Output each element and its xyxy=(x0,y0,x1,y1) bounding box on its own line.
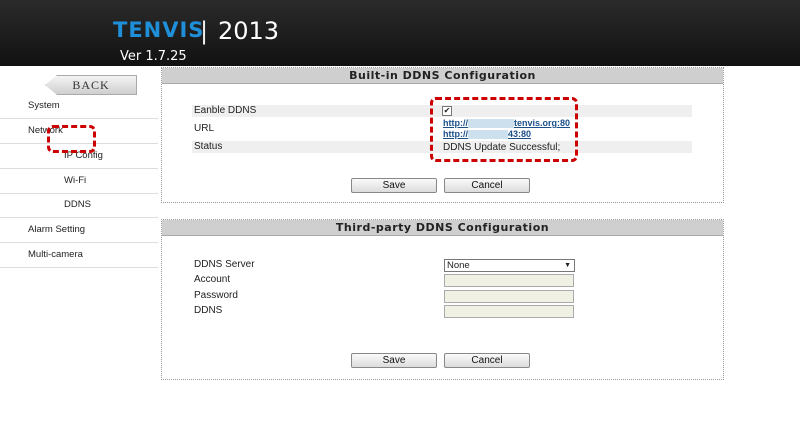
ddns-label: DDNS xyxy=(194,305,223,316)
ddns-server-select[interactable]: None ▼ xyxy=(444,259,575,272)
thirdparty-ddns-title: Third-party DDNS Configuration xyxy=(162,220,723,236)
ddns-server-value: None xyxy=(447,260,470,271)
thirdparty-save-button[interactable]: Save xyxy=(351,353,437,368)
header-year: 2013 xyxy=(218,17,280,45)
url-label: URL xyxy=(194,123,215,134)
sidebar-item-wifi[interactable]: Wi-Fi xyxy=(0,169,158,194)
password-row: Password xyxy=(192,290,692,302)
ddns-highlight-annotation xyxy=(47,125,96,153)
ddns-row: DDNS xyxy=(192,305,692,317)
enable-ddns-label: Eanble DDNS xyxy=(194,105,257,116)
ddns-server-label: DDNS Server xyxy=(194,259,255,270)
builtin-highlight-annotation xyxy=(430,97,578,162)
firmware-version: Ver 1.7.25 xyxy=(120,49,187,64)
sidebar-item-multi-camera[interactable]: Multi-camera xyxy=(0,243,158,268)
top-header: TENVIS | 2013 Ver 1.7.25 xyxy=(0,0,800,66)
back-button[interactable]: BACK xyxy=(45,75,137,95)
account-label: Account xyxy=(194,274,231,285)
account-row: Account xyxy=(192,274,692,286)
dropdown-arrow-icon: ▼ xyxy=(564,262,571,269)
status-label: Status xyxy=(194,141,223,152)
password-input[interactable] xyxy=(444,290,574,303)
sidebar-item-system[interactable]: System xyxy=(0,94,158,119)
header-separator: | xyxy=(200,17,209,45)
builtin-cancel-button[interactable]: Cancel xyxy=(444,178,530,193)
sidebar: BACK System Network IP Config Wi-Fi DDNS… xyxy=(0,66,158,430)
builtin-ddns-title: Built-in DDNS Configuration xyxy=(162,68,723,84)
sidebar-item-alarm-setting[interactable]: Alarm Setting xyxy=(0,218,158,243)
password-label: Password xyxy=(194,290,238,301)
thirdparty-cancel-button[interactable]: Cancel xyxy=(444,353,530,368)
builtin-save-button[interactable]: Save xyxy=(351,178,437,193)
ddns-input[interactable] xyxy=(444,305,574,318)
thirdparty-ddns-panel: Third-party DDNS Configuration DDNS Serv… xyxy=(161,219,724,380)
ddns-server-row: DDNS Server xyxy=(192,259,692,271)
account-input[interactable] xyxy=(444,274,574,287)
brand-logo: TENVIS xyxy=(113,18,205,42)
sidebar-item-ddns[interactable]: DDNS xyxy=(0,193,158,218)
